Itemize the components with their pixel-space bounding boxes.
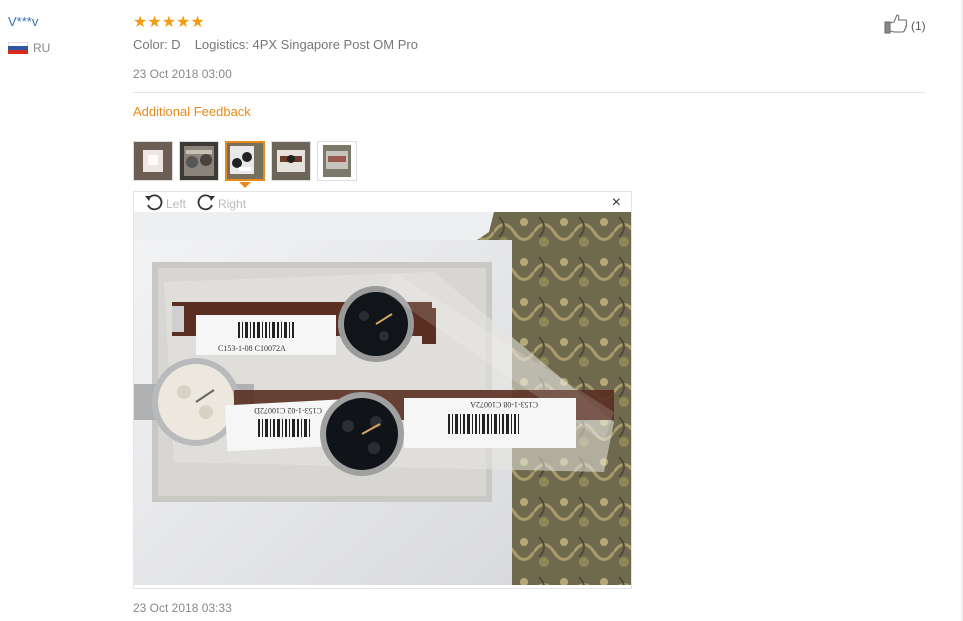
- right-sticker-text: C153-1-08 C10072A: [470, 400, 538, 409]
- review-date: 23 Oct 2018 03:00: [133, 67, 232, 81]
- logistics-info: Logistics: 4PX Singapore Post OM Pro: [194, 37, 418, 52]
- rotate-right-label: Right: [218, 196, 247, 211]
- left-sticker-text: C153-1-02 C10072D: [254, 406, 322, 415]
- divider: [133, 92, 925, 93]
- viewer-toolbar: Left Right: [144, 193, 246, 214]
- review-photo: C153-1-08 C10072A C153-1-02 C10072D C153…: [134, 212, 631, 585]
- top-sticker-text: C153-1-08 C10072A: [218, 344, 286, 353]
- thumbnail-4[interactable]: [271, 141, 311, 181]
- thumbnail-5[interactable]: [317, 141, 357, 181]
- rating-stars: ★★★★★: [133, 14, 205, 31]
- thumbnail-2[interactable]: [179, 141, 219, 181]
- review-meta: Color: D Logistics: 4PX Singapore Post OM…: [133, 37, 418, 52]
- reviewer-country: RU: [33, 41, 51, 55]
- thumbnail-3[interactable]: [225, 141, 265, 188]
- helpful-button[interactable]: (1): [884, 14, 926, 37]
- rotate-right-button[interactable]: Right: [196, 193, 246, 214]
- like-count: (1): [911, 18, 926, 33]
- rotate-right-icon: [196, 193, 216, 214]
- product-color: Color: D: [133, 37, 181, 52]
- additional-feedback-label: Additional Feedback: [133, 104, 251, 119]
- photo-viewer: Left Right × C153-1-08 C10072A C153-1-02…: [133, 191, 632, 589]
- rotate-left-icon: [144, 193, 164, 214]
- rotate-left-button[interactable]: Left: [144, 193, 186, 214]
- russia-flag-icon: [8, 42, 28, 54]
- reviewer-name[interactable]: V***v: [8, 14, 38, 29]
- rotate-left-label: Left: [166, 196, 187, 211]
- additional-feedback-date: 23 Oct 2018 03:33: [133, 601, 232, 615]
- thumbnail-1[interactable]: [133, 141, 173, 181]
- close-viewer-button[interactable]: ×: [612, 194, 621, 212]
- photo-thumbnails: [133, 141, 357, 188]
- thumbs-up-icon: [884, 14, 908, 37]
